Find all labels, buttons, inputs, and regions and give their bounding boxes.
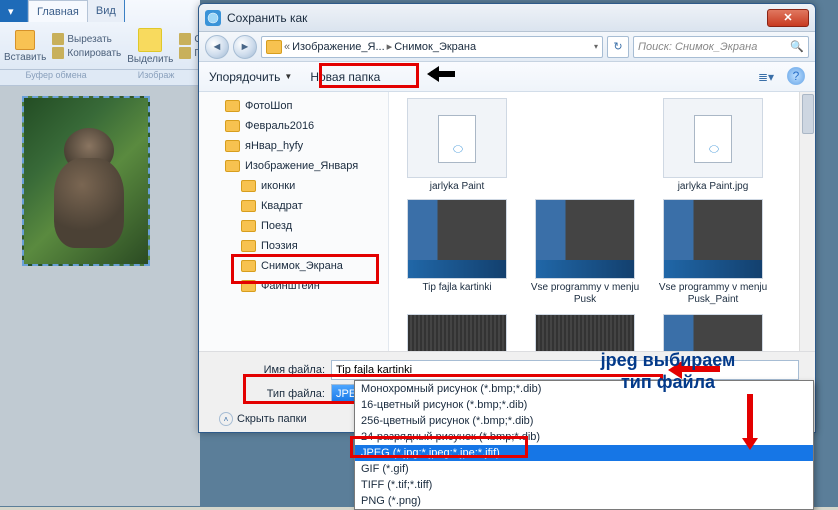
folder-icon <box>266 40 282 54</box>
tree-item[interactable]: Февраль2016 <box>199 116 388 136</box>
toolbar: Упорядочить▼ Новая папка ≣▾ ? <box>199 62 815 92</box>
file-item[interactable]: Vse programmy v menju Pusk_Paint <box>655 199 771 306</box>
file-grid-scrollbar[interactable] <box>799 92 815 351</box>
folder-icon <box>225 160 240 172</box>
file-thumb <box>535 314 635 351</box>
file-grid[interactable]: jarlyka Paint jarlyka Paint.jpg Tip fajl… <box>389 92 815 351</box>
file-thumb <box>663 98 763 178</box>
folder-icon <box>241 200 256 212</box>
view-mode-button[interactable]: ≣▾ <box>755 67 777 87</box>
file-thumb <box>407 314 507 351</box>
dialog-body: ФотоШопФевраль2016яНвар_hyfyИзображение_… <box>199 92 815 351</box>
tree-item[interactable]: ФотоШоп <box>199 96 388 116</box>
file-thumb <box>663 199 763 279</box>
folder-icon <box>241 240 256 252</box>
tree-item[interactable]: Квадрат <box>199 196 388 216</box>
tab-view[interactable]: Вид <box>88 0 125 22</box>
file-item[interactable] <box>655 314 771 351</box>
nav-bar: ◄ ► « Изображение_Я... ▸ Снимок_Экрана ▾… <box>199 32 815 62</box>
file-item[interactable]: jarlyka Paint <box>399 98 515 193</box>
filetype-label: Тип файла: <box>249 388 325 400</box>
paint-canvas[interactable] <box>0 86 200 506</box>
breadcrumb-seg-2[interactable]: Снимок_Экрана <box>394 41 476 53</box>
tree-item[interactable]: Изображение_Января <box>199 156 388 176</box>
folder-tree[interactable]: ФотоШопФевраль2016яНвар_hyfyИзображение_… <box>199 92 389 351</box>
tree-item[interactable]: Фаинштеин <box>199 276 388 296</box>
chevron-up-icon: ˄ <box>219 412 233 426</box>
paste-icon <box>15 30 35 50</box>
folder-icon <box>241 280 256 292</box>
copy-button[interactable]: Копировать <box>52 46 121 60</box>
breadcrumb[interactable]: « Изображение_Я... ▸ Снимок_Экрана ▾ <box>261 36 603 58</box>
file-thumb <box>407 98 507 178</box>
cut-icon <box>52 33 64 45</box>
file-item[interactable] <box>527 314 643 351</box>
tree-item[interactable]: яНвар_hyfy <box>199 136 388 156</box>
file-item[interactable] <box>399 314 515 351</box>
tree-item[interactable]: иконки <box>199 176 388 196</box>
select-icon <box>138 28 162 52</box>
tree-item[interactable]: Поэзия <box>199 236 388 256</box>
file-item[interactable]: Tip fajla kartinki <box>399 199 515 306</box>
canvas-image[interactable] <box>22 96 150 266</box>
tree-item[interactable]: Снимок_Экрана <box>199 256 388 276</box>
annotation-arrow-newfolder <box>427 66 463 82</box>
file-item[interactable]: jarlyka Paint.jpg <box>655 98 771 193</box>
scrollbar-thumb[interactable] <box>802 94 814 134</box>
file-item[interactable]: Vse programmy v menju Pusk <box>527 199 643 306</box>
filetype-option[interactable]: TIFF (*.tif;*.tiff) <box>355 477 813 493</box>
folder-icon <box>241 180 256 192</box>
organize-button[interactable]: Упорядочить▼ <box>209 70 292 84</box>
ribbon-group-labels: Буфер обмена Изображ <box>0 70 200 86</box>
search-icon: 🔍 <box>790 40 804 53</box>
cat-body-shape <box>54 158 124 248</box>
tab-main[interactable]: Главная <box>28 0 88 22</box>
crop-icon <box>179 33 191 45</box>
paint-ribbon: ▾ Главная Вид Вставить Вырезать Копирова… <box>0 0 200 70</box>
dialog-title: Сохранить как <box>227 11 767 25</box>
folder-icon <box>241 220 256 232</box>
copy-icon <box>52 47 64 59</box>
paste-button[interactable]: Вставить <box>4 30 46 63</box>
annotation-text-line1: jpeg выбираем <box>568 350 768 372</box>
breadcrumb-seg-1[interactable]: Изображение_Я... <box>292 41 385 53</box>
folder-icon <box>241 260 256 272</box>
rotate-icon <box>179 47 191 59</box>
tree-item[interactable]: Поезд <box>199 216 388 236</box>
nav-back-button[interactable]: ◄ <box>205 35 229 59</box>
annotation-arrow-dropdown <box>742 394 758 450</box>
cut-button[interactable]: Вырезать <box>52 32 121 46</box>
paint-app-button[interactable]: ▾ <box>0 0 28 22</box>
file-thumb <box>535 199 635 279</box>
file-thumb <box>663 314 763 351</box>
close-button[interactable]: ✕ <box>767 9 809 27</box>
file-thumb <box>407 199 507 279</box>
dialog-titlebar[interactable]: Сохранить как ✕ <box>199 4 815 32</box>
hide-folders-button[interactable]: ˄ Скрыть папки <box>219 412 307 426</box>
folder-icon <box>225 100 240 112</box>
folder-icon <box>225 120 240 132</box>
help-button[interactable]: ? <box>787 67 805 85</box>
dialog-icon <box>205 10 221 26</box>
select-button[interactable]: Выделить <box>127 28 173 65</box>
filetype-option[interactable]: GIF (*.gif) <box>355 461 813 477</box>
filename-label: Имя файла: <box>249 364 325 376</box>
folder-icon <box>225 140 240 152</box>
new-folder-button[interactable]: Новая папка <box>310 70 380 84</box>
refresh-button[interactable]: ↻ <box>607 36 629 58</box>
nav-forward-button[interactable]: ► <box>233 35 257 59</box>
search-input[interactable]: Поиск: Снимок_Экрана 🔍 <box>633 36 809 58</box>
annotation-text-line2: тип файла <box>568 372 768 393</box>
